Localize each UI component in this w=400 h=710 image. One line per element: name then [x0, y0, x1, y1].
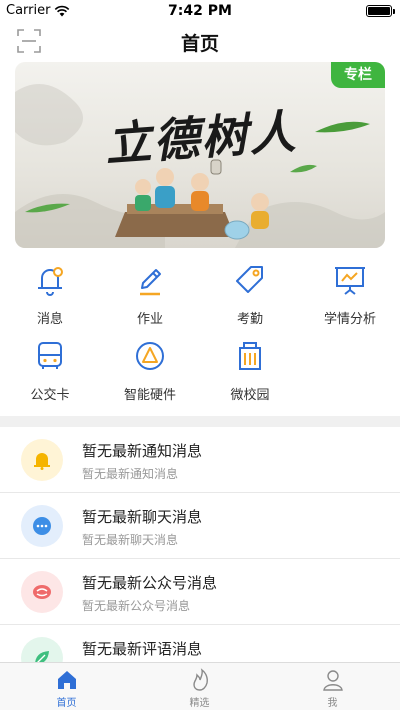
device-icon [136, 342, 164, 370]
banner[interactable]: 立德树人 专栏 [15, 62, 385, 248]
user-icon [322, 670, 343, 691]
bell-icon [34, 453, 50, 470]
tab-label-home: 首页 [56, 698, 77, 709]
official-account-avatar [21, 571, 63, 613]
message-title: 暂无最新公众号消息 [82, 574, 218, 592]
grid-label-attendance: 考勤 [236, 312, 263, 327]
tab-me[interactable]: 我 [266, 663, 399, 710]
home-icon [57, 671, 76, 689]
grid-item-micro-campus[interactable]: 微校园 [200, 338, 300, 408]
notification-avatar [21, 439, 63, 481]
status-time: 7:42 PM [168, 3, 232, 19]
grid-item-attendance[interactable]: 考勤 [200, 262, 300, 332]
chat-avatar [21, 505, 63, 547]
section-divider [0, 416, 400, 427]
nav-bar: 首页 [0, 22, 400, 60]
message-title: 暂无最新聊天消息 [82, 508, 203, 526]
grid-item-messages[interactable]: 消息 [0, 262, 100, 332]
message-title: 暂无最新评语消息 [82, 640, 203, 658]
presentation-chart-icon [335, 267, 365, 295]
chat-icon [33, 517, 51, 535]
grid-item-learning-analysis[interactable]: 学情分析 [300, 262, 400, 332]
tag-icon [236, 266, 263, 293]
message-subtitle: 暂无最新聊天消息 [82, 533, 179, 547]
grid-label-homework: 作业 [136, 312, 163, 327]
tab-featured[interactable]: 精选 [133, 663, 266, 710]
list-item-notification[interactable]: 暂无最新通知消息 暂无最新通知消息 [0, 427, 400, 493]
building-icon [239, 342, 261, 370]
tab-home[interactable]: 首页 [0, 663, 133, 710]
message-subtitle: 暂无最新公众号消息 [82, 599, 191, 613]
grid-item-smart-hardware[interactable]: 智能硬件 [100, 338, 200, 408]
grid-label-smart-hardware: 智能硬件 [123, 388, 176, 403]
message-title: 暂无最新通知消息 [82, 442, 203, 460]
column-tag[interactable]: 专栏 [331, 62, 385, 88]
tab-bar: 首页 精选 我 [0, 662, 400, 710]
banner-title: 立德树人 [103, 104, 299, 172]
tab-label-me: 我 [327, 698, 338, 709]
flame-icon [192, 668, 208, 691]
grid-label-learning-analysis: 学情分析 [323, 312, 376, 327]
bus-icon [38, 342, 62, 369]
grid-item-homework[interactable]: 作业 [100, 262, 200, 332]
pencil-icon [140, 269, 161, 296]
list-item-official-account[interactable]: 暂无最新公众号消息 暂无最新公众号消息 [0, 559, 400, 625]
tab-label-featured: 精选 [189, 698, 210, 709]
bell-icon [38, 267, 63, 296]
list-item-chat[interactable]: 暂无最新聊天消息 暂无最新聊天消息 [0, 493, 400, 559]
page-title: 首页 [180, 33, 219, 55]
official-account-icon [33, 585, 51, 599]
battery-icon [366, 5, 395, 17]
status-bar: Carrier 7:42 PM [0, 0, 400, 22]
grid-label-bus-card: 公交卡 [30, 388, 70, 403]
message-subtitle: 暂无最新通知消息 [82, 467, 179, 481]
grid-label-messages: 消息 [36, 312, 63, 327]
grid-item-bus-card[interactable]: 公交卡 [0, 338, 100, 408]
grid-label-micro-campus: 微校园 [230, 388, 270, 403]
